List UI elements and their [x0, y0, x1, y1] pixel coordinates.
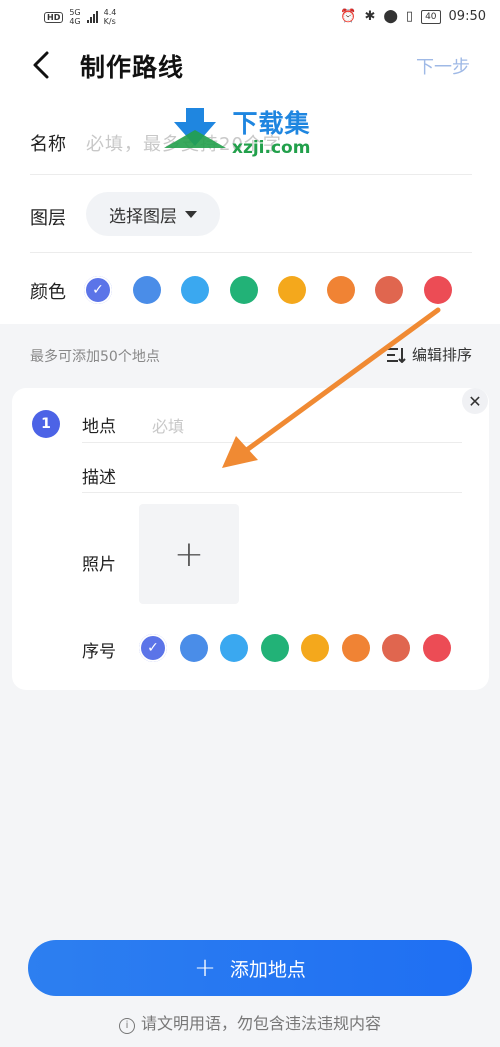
- battery-icon: 40: [421, 9, 441, 24]
- network-generation: 5G 4G: [69, 8, 81, 26]
- order-color-picker: ✓: [139, 634, 459, 662]
- layer-label: 图层: [30, 208, 66, 229]
- download-arrow-icon: [164, 108, 226, 148]
- place-number-badge: 1: [32, 410, 60, 438]
- description-label: 描述: [82, 468, 116, 488]
- back-arrow-icon[interactable]: [30, 50, 52, 80]
- clock: 09:50: [448, 9, 486, 24]
- add-place-button[interactable]: + 添加地点: [28, 940, 472, 996]
- place-input[interactable]: 必填: [152, 413, 184, 437]
- select-layer-label: 选择图层: [109, 206, 177, 227]
- alarm-icon: ⏰: [340, 9, 357, 24]
- info-icon: i: [118, 1018, 135, 1034]
- plus-icon: +: [173, 533, 205, 575]
- network-indicators: HD 5G 4G 4.4 K/s: [44, 8, 116, 26]
- next-step-button[interactable]: 下一步: [416, 53, 470, 79]
- plus-icon: +: [194, 953, 216, 983]
- order-color-swatch-7[interactable]: [382, 634, 410, 662]
- page-title: 制作路线: [80, 53, 185, 82]
- system-indicators: ⏰ ✱ ⬤ ▯ 40 09:50: [340, 9, 486, 24]
- content-notice: i 请文明用语，勿包含违法违规内容: [0, 1010, 500, 1034]
- status-bar: HD 5G 4G 4.4 K/s ⏰ ✱ ⬤ ▯ 40 09:50: [0, 0, 500, 36]
- network-speed: 4.4 K/s: [103, 8, 117, 26]
- add-photo-button[interactable]: +: [139, 504, 239, 604]
- watermark-logo: 下载集 xzji.com: [164, 104, 311, 158]
- hd-badge: HD: [44, 11, 64, 23]
- annotation-arrow-icon: [222, 307, 441, 468]
- order-color-swatch-1[interactable]: ✓: [139, 634, 167, 662]
- dropdown-triangle-icon: [185, 210, 197, 218]
- order-label: 序号: [82, 642, 116, 662]
- order-color-swatch-2[interactable]: [179, 634, 208, 662]
- order-color-swatch-4[interactable]: [260, 634, 289, 662]
- select-layer-button[interactable]: 选择图层: [86, 192, 220, 236]
- color-swatch-3[interactable]: [181, 276, 209, 304]
- order-color-swatch-5[interactable]: [301, 634, 329, 662]
- watermark-en: xzji.com: [232, 138, 311, 158]
- places-limit-hint: 最多可添加50个地点: [30, 349, 160, 365]
- color-label: 颜色: [30, 282, 66, 303]
- name-label: 名称: [30, 134, 66, 155]
- color-swatch-1[interactable]: ✓: [84, 276, 112, 304]
- watermark-cn: 下载集: [232, 109, 311, 138]
- notice-text: 请文明用语，勿包含违法违规内容: [140, 1014, 381, 1033]
- add-place-label: 添加地点: [229, 958, 306, 981]
- order-color-swatch-8[interactable]: [422, 634, 451, 662]
- place-label: 地点: [82, 417, 116, 437]
- photo-label: 照片: [82, 555, 116, 575]
- color-swatch-2[interactable]: [132, 276, 161, 304]
- bluetooth-icon: ✱: [364, 9, 376, 24]
- order-color-swatch-3[interactable]: [220, 634, 248, 662]
- divider: [82, 492, 462, 493]
- vibrate-icon: ▯: [405, 9, 414, 24]
- header: 制作路线 下一步: [0, 36, 500, 98]
- location-icon: ⬤: [383, 9, 398, 24]
- close-icon[interactable]: ✕: [462, 388, 488, 414]
- order-color-swatch-6[interactable]: [341, 634, 370, 662]
- signal-icon: [86, 11, 98, 23]
